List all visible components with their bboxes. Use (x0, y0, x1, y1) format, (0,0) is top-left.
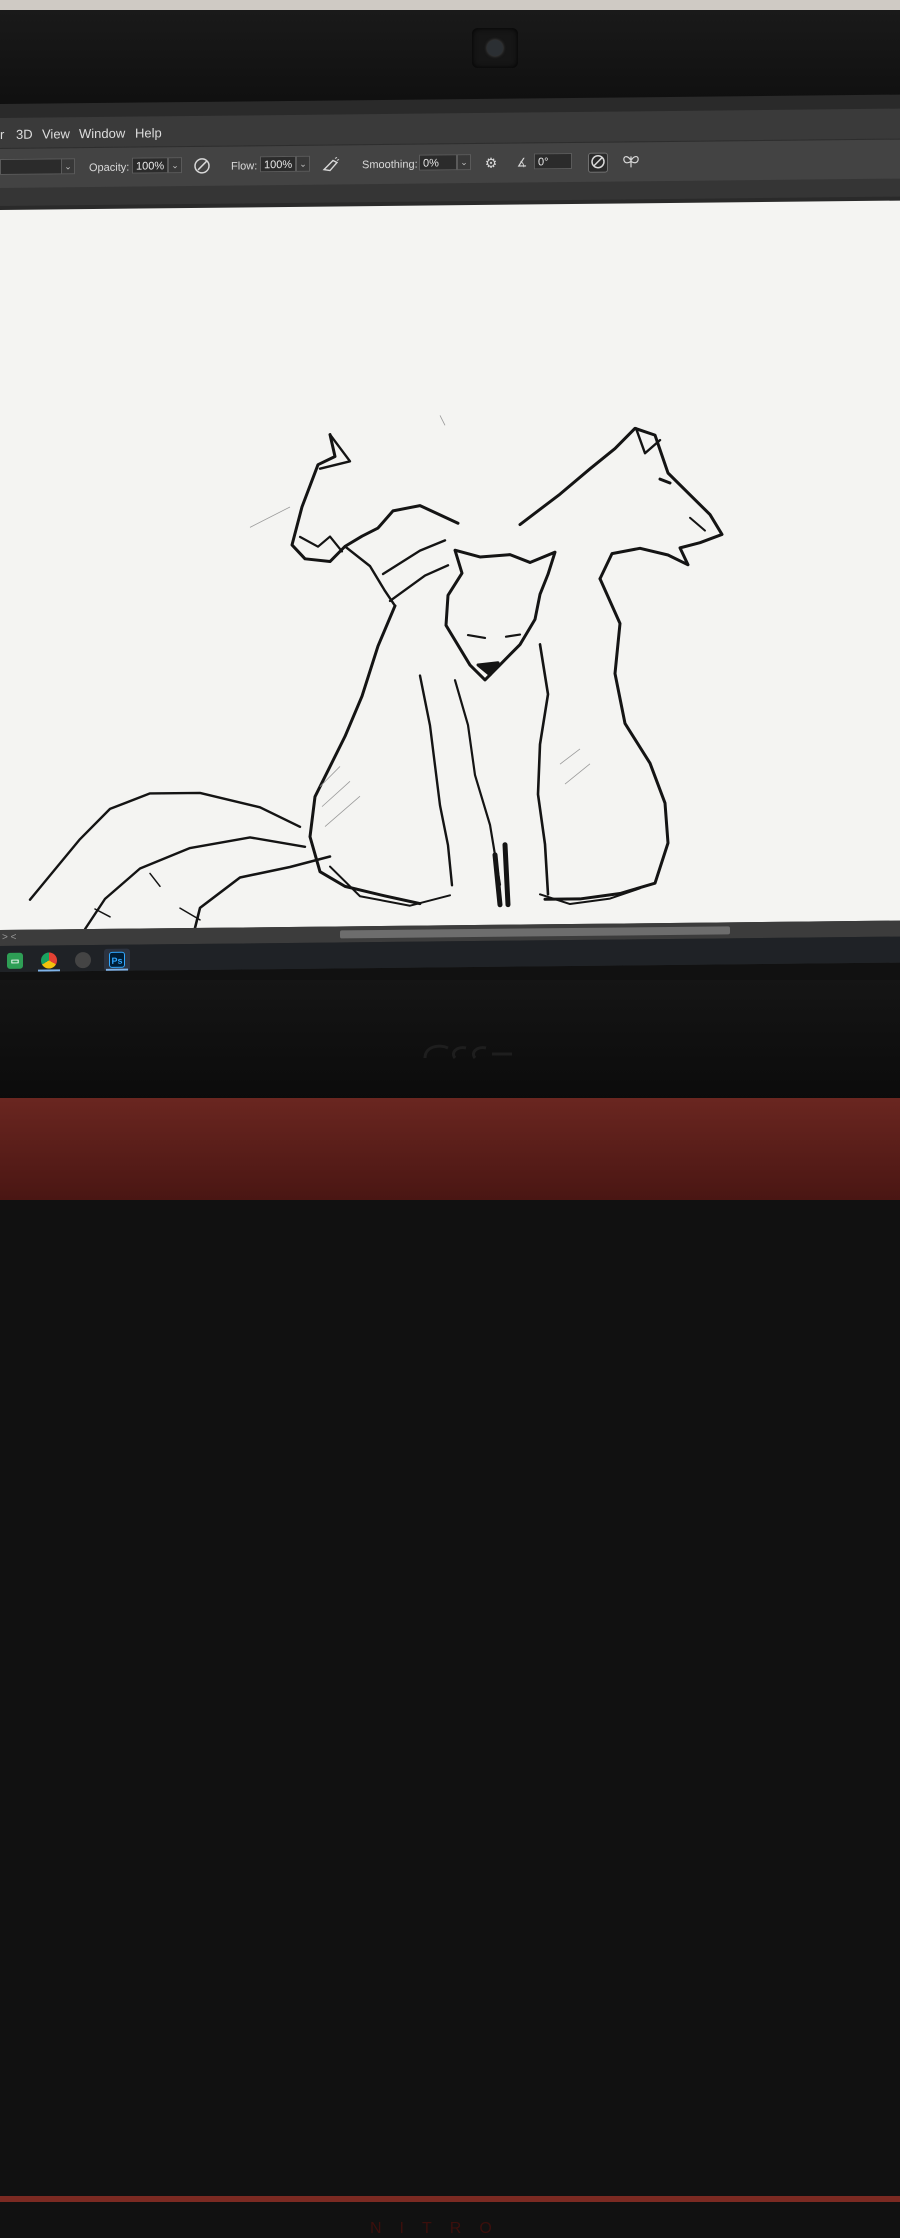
app-tile-icon: ▭ (7, 952, 23, 969)
pressure-size-icon[interactable] (588, 152, 608, 173)
taskbar-item-app[interactable]: ▭ (2, 950, 28, 972)
menu-item-help[interactable]: Help (135, 125, 162, 140)
right-head-outline (518, 426, 724, 581)
body-right (543, 577, 670, 901)
smoothing-gear-icon[interactable]: ⚙ (482, 154, 500, 172)
pressure-opacity-icon[interactable] (193, 157, 211, 175)
brand-text: NITRO (370, 2220, 510, 2237)
menu-item-3d[interactable]: 3D (16, 127, 33, 142)
taskbar-item-photoshop[interactable]: Ps (104, 948, 130, 971)
center-head (444, 548, 557, 682)
flow-label: Flow: (231, 160, 258, 173)
scroll-arrows[interactable]: > < (2, 932, 16, 943)
brand-logo (423, 1044, 512, 1059)
taskbar-item-windows[interactable] (70, 949, 96, 971)
symmetry-butterfly-icon[interactable] (622, 152, 640, 170)
tail-1 (28, 791, 302, 901)
window-switch-icon (75, 952, 91, 969)
right-leg (536, 643, 550, 896)
collar (381, 539, 450, 603)
center-snout (476, 661, 500, 677)
webcam-lens (487, 40, 503, 56)
opacity-input[interactable]: 100% (132, 157, 168, 174)
right-eye (658, 477, 672, 485)
menu-item-view[interactable]: View (42, 126, 70, 141)
chevron-down-icon[interactable]: ⌄ (61, 158, 75, 175)
tail-3 (188, 855, 332, 930)
cerberus-sketch (28, 415, 724, 930)
drawing-canvas[interactable] (0, 200, 900, 930)
airbrush-icon[interactable] (321, 155, 340, 173)
flow-input[interactable]: 100% (260, 155, 296, 173)
angle-input[interactable]: 0° (534, 153, 572, 170)
smoothing-input[interactable]: 0% (419, 154, 457, 171)
smoothing-label: Smoothing: (362, 158, 418, 172)
left-jaw (298, 535, 344, 553)
belly-mark (492, 842, 511, 908)
body-left (308, 604, 422, 906)
left-neck (343, 545, 397, 608)
chrome-icon (41, 952, 57, 969)
left-head-outline (290, 433, 460, 564)
photoshop-icon: Ps (109, 951, 125, 968)
right-mouth (689, 516, 706, 532)
center-eyes (466, 633, 522, 640)
left-leg (418, 674, 454, 887)
laptop-screen: r 3D View Window Help ⌄ Opacity: 100% ⌄ … (0, 94, 900, 972)
active-indicator (38, 969, 60, 972)
active-indicator (106, 968, 128, 971)
background-wall (0, 0, 900, 10)
angle-icon: ∡ (516, 155, 528, 170)
laptop-bezel-bottom (0, 980, 900, 1100)
laptop-lid: NITRO (0, 1098, 900, 2237)
brush-mode-select[interactable] (0, 158, 62, 175)
taskbar-item-chrome[interactable] (36, 949, 62, 972)
menu-item-window[interactable]: Window (79, 126, 125, 141)
lid-edge (0, 2196, 900, 2202)
chevron-down-icon[interactable]: ⌄ (296, 155, 310, 172)
tail-2 (83, 836, 307, 930)
chevron-down-icon[interactable]: ⌄ (457, 154, 471, 171)
chevron-down-icon[interactable]: ⌄ (168, 157, 182, 174)
opacity-label: Opacity: (89, 161, 130, 175)
scroll-thumb[interactable] (340, 926, 730, 939)
menu-item-filter-partial[interactable]: r (0, 127, 4, 142)
webcam-icon (472, 28, 518, 68)
